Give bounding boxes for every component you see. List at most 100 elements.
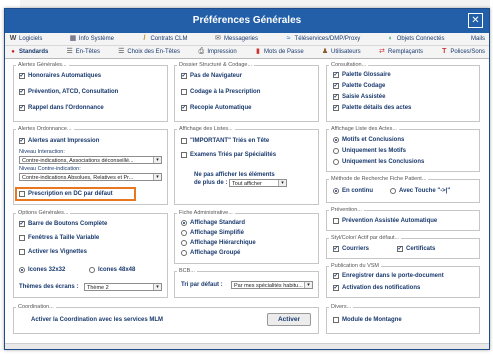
- radio-button[interactable]: [181, 240, 187, 246]
- tab-label: Logiciels: [19, 36, 43, 42]
- niveau-interaction-label: Niveau Interaction:: [19, 149, 65, 155]
- important-tries-checkbox[interactable]: "IMPORTANT" Triés en Tête: [181, 138, 269, 144]
- palette-glossaire-checkbox[interactable]: ✓ Palette Glossaire: [333, 72, 391, 78]
- themes-select[interactable]: Thème 2 ▾: [84, 283, 162, 291]
- checkbox-box[interactable]: ✓: [19, 89, 25, 95]
- checkbox-box[interactable]: ✓: [181, 105, 187, 111]
- chevron-down-icon[interactable]: ▾: [153, 157, 161, 163]
- tab-mails[interactable]: Mails: [471, 36, 485, 42]
- uniquement-conclusions-radio[interactable]: Uniquement les Conclusions: [333, 159, 424, 165]
- tab-messageries[interactable]: ✉ Messageries: [214, 35, 258, 43]
- radio-button[interactable]: [333, 148, 339, 154]
- chevron-down-icon[interactable]: ▾: [304, 282, 312, 288]
- alertes-avant-impression-checkbox[interactable]: ✓ Alertes avant Impression: [19, 138, 99, 144]
- checkbox-box[interactable]: ✓: [333, 94, 339, 100]
- affichage-groupe-radio[interactable]: Affichage Groupé: [181, 250, 240, 256]
- tab-logiciels[interactable]: W Logiciels: [9, 35, 43, 43]
- tab-standards[interactable]: ● Standards: [9, 48, 48, 56]
- tab-mots-de-passe[interactable]: ▮ Mots de Passe: [254, 48, 304, 56]
- tab-remplacants[interactable]: ⇄ Remplaçants: [378, 48, 423, 56]
- info-systeme-icon: ▦: [69, 35, 77, 42]
- radio-label: Uniquement les Motifs: [342, 148, 407, 154]
- chevron-down-icon[interactable]: ▾: [153, 174, 161, 180]
- radio-button[interactable]: [181, 220, 187, 226]
- radio-button[interactable]: [19, 267, 25, 273]
- checkbox-box[interactable]: [19, 249, 25, 255]
- niveau-contre-indication-select[interactable]: Contre-indications Absolues, Relatives e…: [19, 173, 162, 181]
- codage-prescription-checkbox[interactable]: Codage à la Prescription: [181, 89, 260, 95]
- checkbox-box[interactable]: ✓: [397, 246, 403, 252]
- pas-de-navigateur-checkbox[interactable]: ✓ Pas de Navigateur: [181, 73, 242, 79]
- radio-button[interactable]: [333, 137, 339, 143]
- radio-button[interactable]: [181, 250, 187, 256]
- affichage-hierarchique-radio[interactable]: Affichage Hiérarchique: [181, 240, 256, 246]
- tab-impression[interactable]: ⎙ Impression: [197, 48, 237, 56]
- activer-vignettes-checkbox[interactable]: Activer les Vignettes: [19, 249, 87, 255]
- radio-button[interactable]: [333, 188, 339, 194]
- radio-label: Motifs et Conclusions: [342, 137, 405, 143]
- barre-boutons-checkbox[interactable]: ✓ Barre de Boutons Complète: [19, 221, 107, 227]
- chevron-down-icon[interactable]: ▾: [153, 284, 161, 290]
- tab-choix-en-tetes[interactable]: ☰ Choix des En-Têtes: [117, 48, 180, 56]
- checkbox-box[interactable]: ✓: [333, 105, 339, 111]
- uniquement-motifs-radio[interactable]: Uniquement les Motifs: [333, 148, 406, 154]
- checkbox-box[interactable]: [333, 317, 339, 323]
- niveau-interaction-select[interactable]: Contre-indications, Associations déconse…: [19, 156, 162, 164]
- checkbox-box[interactable]: [19, 235, 25, 241]
- certificats-checkbox[interactable]: ✓ Certificats: [397, 246, 435, 252]
- activer-button[interactable]: Activer: [267, 313, 311, 326]
- checkbox-box[interactable]: ✓: [333, 83, 339, 89]
- icones-48-radio[interactable]: Icones 48x48: [89, 267, 135, 273]
- close-icon[interactable]: ✕: [468, 13, 483, 28]
- tab-en-tetes[interactable]: ☰ En-Têtes: [66, 48, 100, 56]
- checkbox-box[interactable]: ✓: [19, 138, 25, 144]
- ne-pas-afficher-select[interactable]: Tout afficher ▾: [229, 179, 287, 187]
- avec-touche-radio[interactable]: Avec Touche "->|": [390, 188, 450, 194]
- tab-objets-connectes[interactable]: ◐ Objets Connectés: [387, 35, 445, 43]
- tab-utilisateurs[interactable]: ♟ Utilisateurs: [321, 48, 361, 56]
- checkbox-box[interactable]: ✓: [19, 105, 25, 111]
- checkbox-box[interactable]: [181, 138, 187, 144]
- radio-button[interactable]: [333, 159, 339, 165]
- checkbox-box[interactable]: ✓: [333, 285, 339, 291]
- fenetres-taille-variable-checkbox[interactable]: Fenêtres à Taille Variable: [19, 235, 99, 241]
- palette-details-actes-checkbox[interactable]: ✓ Palette détails des actes: [333, 105, 411, 111]
- checkbox-box[interactable]: [333, 218, 339, 224]
- courriers-checkbox[interactable]: ✓ Courriers: [333, 246, 369, 252]
- prevention-atcd-checkbox[interactable]: ✓ Prévention, ATCD, Consultation: [19, 89, 118, 95]
- honoraires-automatiques-checkbox[interactable]: ✓ Honoraires Automatiques: [19, 73, 101, 79]
- examens-tries-checkbox[interactable]: Examens Triés par Spécialités: [181, 152, 276, 158]
- rappel-ordonnance-checkbox[interactable]: ✓ Rappel dans l'Ordonnance: [19, 105, 104, 111]
- icones-32-radio[interactable]: Icones 32x32: [19, 267, 65, 273]
- tab-polices-sons[interactable]: T Polices/Sons: [440, 48, 485, 56]
- module-montagne-checkbox[interactable]: Module de Montagne: [333, 317, 402, 323]
- recopie-automatique-checkbox[interactable]: ✓ Recopie Automatique: [181, 105, 251, 111]
- radio-dot: [21, 269, 23, 271]
- checkbox-box[interactable]: ✓: [333, 246, 339, 252]
- enregistrer-porte-document-checkbox[interactable]: ✓ Enregistrer dans le porte-document: [333, 273, 444, 279]
- tab-info-systeme[interactable]: ▦ Info Système: [69, 35, 114, 43]
- checkbox-box[interactable]: ✓: [19, 221, 25, 227]
- checkbox-box[interactable]: ✓: [19, 73, 25, 79]
- tab-teleservices[interactable]: ≈ Téléservices/DMP/Proxy: [285, 35, 361, 43]
- motifs-conclusions-radio[interactable]: Motifs et Conclusions: [333, 137, 404, 143]
- radio-button[interactable]: [181, 230, 187, 236]
- affichage-standard-radio[interactable]: Affichage Standard: [181, 220, 245, 226]
- tab-contrats-clm[interactable]: / Contrats CLM: [140, 35, 187, 43]
- tri-par-defaut-select[interactable]: Par mes spécialités habitu... ▾: [231, 281, 313, 289]
- chevron-down-icon[interactable]: ▾: [278, 180, 286, 186]
- checkbox-label: Codage à la Prescription: [190, 89, 261, 95]
- activation-notifications-checkbox[interactable]: ✓ Activation des notifications: [333, 285, 420, 291]
- affichage-simplifie-radio[interactable]: Affichage Simplifié: [181, 230, 244, 236]
- en-continu-radio[interactable]: En continu: [333, 188, 373, 194]
- checkbox-box[interactable]: ✓: [333, 273, 339, 279]
- checkbox-box[interactable]: ✓: [333, 72, 339, 78]
- checkbox-box[interactable]: ✓: [181, 73, 187, 79]
- saisie-assistee-checkbox[interactable]: ✓ Saisie Assistée: [333, 94, 385, 100]
- prevention-assistee-checkbox[interactable]: Prévention Assistée Automatique: [333, 218, 437, 224]
- radio-button[interactable]: [89, 267, 95, 273]
- checkbox-box[interactable]: [181, 89, 187, 95]
- palette-codage-checkbox[interactable]: ✓ Palette Codage: [333, 83, 385, 89]
- radio-button[interactable]: [390, 188, 396, 194]
- checkbox-box[interactable]: [181, 152, 187, 158]
